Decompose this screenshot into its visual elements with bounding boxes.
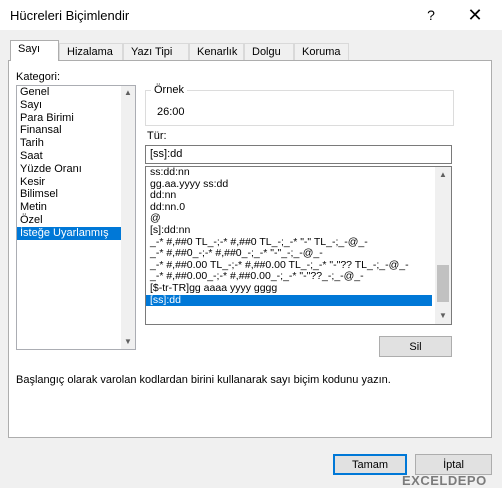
ornek-label: Örnek xyxy=(151,84,187,96)
format-code-item[interactable]: dd:nn xyxy=(146,190,432,202)
scroll-up-icon[interactable]: ▲ xyxy=(438,170,448,180)
tab-hizalama[interactable]: Hizalama xyxy=(59,43,123,60)
ornek-value: 26:00 xyxy=(157,106,185,118)
kategori-item[interactable]: İsteğe Uyarlanmış xyxy=(17,226,135,240)
format-code-item[interactable]: _-* #,##0.00_-;-* #,##0.00_-;_-* "-"??_-… xyxy=(146,271,432,283)
scroll-up-icon[interactable]: ▲ xyxy=(123,88,133,98)
ornek-group xyxy=(145,90,454,126)
kategori-item[interactable]: Yüzde Oranı xyxy=(17,163,135,176)
tur-label: Tür: xyxy=(147,130,167,142)
tab-kenarlik[interactable]: Kenarlık xyxy=(189,43,244,60)
hint-text: Başlangıç olarak varolan kodlardan birin… xyxy=(16,374,391,386)
tab-yazi-tipi[interactable]: Yazı Tipi xyxy=(123,43,189,60)
kategori-item[interactable]: Sayı xyxy=(17,99,135,112)
ok-button[interactable]: Tamam xyxy=(333,454,407,475)
kategori-item[interactable]: Bilimsel xyxy=(17,188,135,201)
format-code-item[interactable]: _-* #,##0 TL_-;-* #,##0 TL_-;_-* "-" TL_… xyxy=(146,237,432,249)
format-code-list[interactable]: ss:dd:nn gg.aa.yyyy ss:dd dd:nn dd:nn.0 @ [s]… xyxy=(145,166,452,325)
tab-dolgu[interactable]: Dolgu xyxy=(244,43,294,60)
kategori-item[interactable]: Saat xyxy=(17,150,135,163)
format-code-item[interactable]: @ xyxy=(146,213,432,225)
kategori-item[interactable]: Metin xyxy=(17,201,135,214)
kategori-list[interactable]: Genel Sayı Para Birimi Finansal Tarih Saat Yüz… xyxy=(16,85,136,350)
close-button[interactable]: ✕ xyxy=(462,4,488,26)
format-code-item[interactable]: [s]:dd:nn xyxy=(146,225,432,237)
kategori-scrollbar[interactable]: ▲ ▼ xyxy=(121,86,135,349)
format-code-item[interactable]: [ss]:dd xyxy=(146,294,432,307)
title-bar: Hücreleri Biçimlendir ? ✕ xyxy=(0,0,502,30)
kategori-item[interactable]: Tarih xyxy=(17,137,135,150)
kategori-item[interactable]: Özel xyxy=(17,214,135,227)
tur-input[interactable]: [ss]:dd xyxy=(145,145,452,164)
kategori-item[interactable]: Finansal xyxy=(17,124,135,137)
format-code-item[interactable]: [$-tr-TR]gg aaaa yyyy gggg xyxy=(146,283,432,295)
format-code-item[interactable]: _-* #,##0.00 TL_-;-* #,##0.00 TL_-;_-* "… xyxy=(146,260,432,272)
cancel-button[interactable]: İptal xyxy=(415,454,492,475)
format-list-scrollbar[interactable]: ▲ ▼ xyxy=(435,167,451,324)
close-icon: ✕ xyxy=(467,4,483,25)
kategori-item[interactable]: Kesir xyxy=(17,176,135,189)
help-icon: ? xyxy=(427,7,435,23)
format-code-item[interactable]: gg.aa.yyyy ss:dd xyxy=(146,179,432,191)
help-button[interactable]: ? xyxy=(418,4,444,26)
sil-button[interactable]: Sil xyxy=(379,336,452,357)
dialog-title: Hücreleri Biçimlendir xyxy=(10,8,130,23)
kategori-item[interactable]: Para Birimi xyxy=(17,112,135,125)
scroll-down-icon[interactable]: ▼ xyxy=(438,311,448,321)
kategori-item[interactable]: Genel xyxy=(17,86,135,99)
tab-koruma[interactable]: Koruma xyxy=(294,43,349,60)
scroll-down-icon[interactable]: ▼ xyxy=(123,337,133,347)
tab-sayi[interactable]: Sayı xyxy=(10,40,59,61)
format-code-item[interactable]: _-* #,##0_-;-* #,##0_-;_-* "-"_-;_-@_- xyxy=(146,248,432,260)
kategori-label: Kategori: xyxy=(16,71,61,83)
format-code-item[interactable]: ss:dd:nn xyxy=(146,167,432,179)
scroll-thumb[interactable] xyxy=(437,265,449,302)
format-code-item[interactable]: dd:nn.0 xyxy=(146,202,432,214)
